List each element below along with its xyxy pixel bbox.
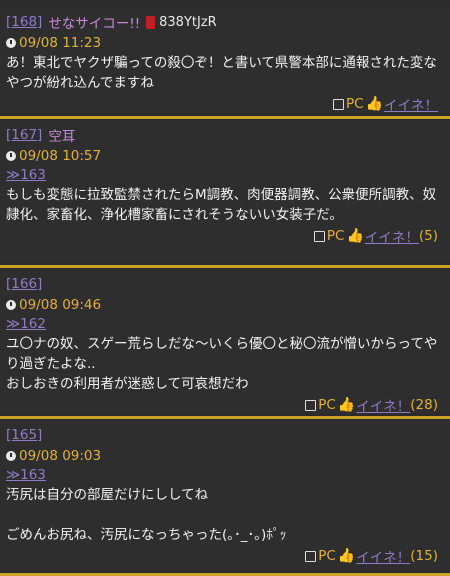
divider	[0, 265, 450, 268]
like-button[interactable]: イイネ！	[356, 395, 410, 415]
post-time: 09/08 09:46	[19, 297, 102, 313]
clock-icon	[6, 151, 16, 161]
post-number-link[interactable]: [168]	[6, 14, 42, 30]
post-body: あ！東北でヤクザ騙っての殺〇ぞ！と書いて県警本部に通報された変なやつが紛れ込んで…	[6, 55, 437, 91]
divider	[0, 116, 450, 119]
clock-icon	[6, 300, 16, 310]
trip-code: 838YtJzR	[159, 14, 217, 30]
pc-icon	[305, 399, 317, 411]
reply-link[interactable]: ≫162	[6, 315, 444, 334]
post-167: [167] 空耳 09/08 10:57 ≫163 もしも変態に拉致監禁されたら…	[0, 121, 450, 262]
poster-name: 空耳	[48, 129, 76, 145]
post-time: 09/08 11:23	[19, 35, 102, 51]
post-time: 09/08 10:57	[19, 148, 102, 164]
post-body: もしも変態に拉致監禁されたらM調教、肉便器調教、公衆便所調教、奴隷化、家畜化、浄…	[6, 187, 437, 223]
reply-link[interactable]: ≫163	[6, 166, 444, 185]
post-number-link[interactable]: [165]	[6, 427, 42, 443]
like-count: (5)	[418, 228, 438, 244]
trip-icon	[146, 15, 156, 29]
thumbs-up-icon: 👍	[337, 397, 356, 413]
divider	[0, 416, 450, 419]
post-time: 09/08 09:03	[19, 448, 102, 464]
pc-icon	[332, 98, 344, 110]
like-button[interactable]: イイネ！	[356, 546, 410, 566]
clock-icon	[6, 38, 16, 48]
poster-name: せなサイコー!!	[48, 16, 141, 32]
post-number-link[interactable]: [167]	[6, 127, 42, 143]
post-168: [168] せなサイコー!! 838YtJzR 09/08 11:23 あ！東北…	[0, 8, 450, 114]
thumbs-up-icon: 👍	[337, 548, 356, 564]
clock-icon	[6, 451, 16, 461]
device-label: PC	[345, 96, 364, 112]
thumbs-up-icon: 👍	[365, 96, 383, 112]
post-feed: [168] せなサイコー!! 838YtJzR 09/08 11:23 あ！東北…	[0, 0, 450, 576]
post-165: [165] 09/08 09:03 ≫163 汚尻は自分の部屋だけにししてね ご…	[0, 421, 450, 576]
like-button[interactable]: イイネ！	[384, 94, 438, 114]
pc-icon	[305, 550, 317, 562]
like-button[interactable]: イイネ！	[365, 226, 419, 246]
pc-icon	[313, 230, 325, 242]
like-count: (28)	[410, 397, 438, 413]
device-label: PC	[326, 228, 345, 244]
thumbs-up-icon: 👍	[346, 228, 364, 244]
post-body: 汚尻は自分の部屋だけにししてね ごめんお尻ね、汚尻になっちゃった(｡･_･｡)ﾎ…	[6, 487, 287, 543]
reply-link[interactable]: ≫163	[6, 466, 444, 485]
post-166: [166] 09/08 09:46 ≫162 ユ〇ナの奴、スゲー荒らしだな〜いく…	[0, 270, 450, 415]
post-number-link[interactable]: [166]	[6, 276, 42, 292]
device-label: PC	[318, 397, 336, 413]
post-body: ユ〇ナの奴、スゲー荒らしだな〜いくら優〇と秘〇流が憎いからってやり過ぎたよな..…	[6, 336, 438, 392]
device-label: PC	[318, 548, 336, 564]
like-count: (15)	[410, 548, 438, 564]
